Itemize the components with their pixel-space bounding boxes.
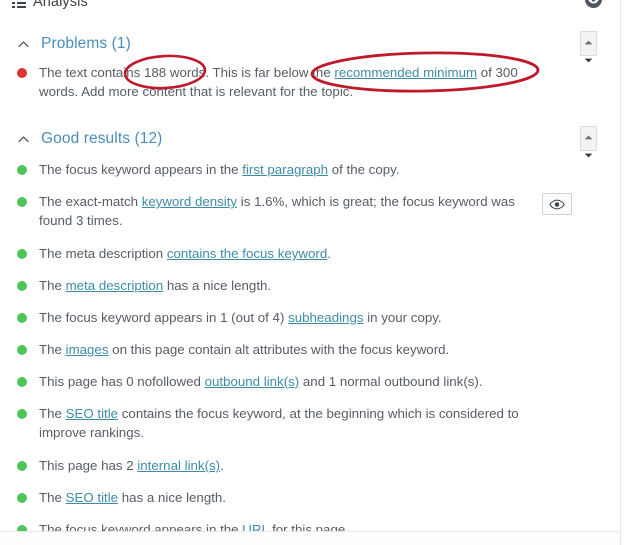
list-item: The SEO title has a nice length. bbox=[0, 488, 620, 507]
list-icon bbox=[12, 0, 26, 8]
status-badge-bad bbox=[17, 68, 27, 78]
status-badge-good bbox=[17, 249, 27, 259]
link-subheadings[interactable]: subheadings bbox=[288, 310, 363, 325]
result-text-fragment: This page has 0 nofollowed bbox=[39, 374, 205, 389]
panel-bottom-area bbox=[0, 532, 620, 545]
status-badge-good bbox=[17, 165, 27, 175]
page-title: Analysis bbox=[33, 0, 88, 10]
link-internal-links[interactable]: internal link(s) bbox=[137, 458, 220, 473]
status-badge-good bbox=[17, 345, 27, 355]
section-problems: Problems (1) The text contains 188 words… bbox=[0, 14, 620, 101]
section-title-good-results: Good results (12) bbox=[41, 130, 163, 147]
section-header-good-results[interactable]: Good results (12) bbox=[0, 126, 620, 152]
result-text-fragment: has a nice length. bbox=[163, 278, 272, 293]
result-text-fragment: has a nice length. bbox=[118, 490, 227, 505]
result-text-fragment: The exact-match bbox=[39, 194, 142, 209]
list-item: The focus keyword appears in the first p… bbox=[0, 160, 620, 179]
list-item: The meta description has a nice length. bbox=[0, 276, 620, 295]
link-seo-title[interactable]: SEO title bbox=[66, 406, 118, 421]
result-text-fragment: and 1 normal outbound link(s). bbox=[299, 374, 483, 389]
result-text: The focus keyword appears in the first p… bbox=[39, 160, 399, 179]
status-badge-good bbox=[17, 493, 27, 503]
list-item: The meta description contains the focus … bbox=[0, 244, 620, 263]
result-text-fragment: . bbox=[327, 246, 331, 261]
status-badge-good bbox=[17, 197, 27, 207]
result-text-fragment: in your copy. bbox=[363, 310, 442, 325]
list-item: This page has 2 internal link(s). bbox=[0, 456, 620, 475]
link-outbound-links[interactable]: outbound link(s) bbox=[205, 374, 300, 389]
problems-list: The text contains 188 words. This is far… bbox=[0, 63, 620, 101]
status-badge-good bbox=[17, 409, 27, 419]
result-text-fragment: The bbox=[39, 406, 66, 421]
status-badge-good bbox=[17, 377, 27, 387]
result-text: The meta description has a nice length. bbox=[39, 276, 271, 295]
result-text-fragment: of the copy. bbox=[328, 162, 400, 177]
list-item: The focus keyword appears in 1 (out of 4… bbox=[0, 308, 620, 327]
result-text: The text contains 188 words. This is far… bbox=[39, 63, 544, 101]
result-text-fragment: The bbox=[39, 490, 66, 505]
stepper-up-icon[interactable] bbox=[584, 127, 593, 145]
result-text-fragment: This is far below the bbox=[209, 65, 335, 80]
result-text: This page has 0 nofollowed outbound link… bbox=[39, 372, 483, 391]
panel-header-title-group: Analysis bbox=[12, 0, 88, 13]
list-item: The text contains 188 words. This is far… bbox=[0, 63, 620, 101]
good-results-stepper[interactable] bbox=[580, 126, 597, 158]
list-item: This page has 0 nofollowed outbound link… bbox=[0, 372, 620, 391]
result-text-fragment: on this page contain alt attributes with… bbox=[108, 342, 450, 357]
panel-outside-area bbox=[621, 0, 640, 545]
good-results-list: The focus keyword appears in the first p… bbox=[0, 160, 620, 545]
list-item: The images on this page contain alt attr… bbox=[0, 340, 620, 359]
word-count-value: 188 words. bbox=[143, 65, 210, 80]
chevron-up-icon[interactable] bbox=[17, 133, 30, 146]
result-text: The meta description contains the focus … bbox=[39, 244, 331, 263]
link-seo-title[interactable]: SEO title bbox=[66, 490, 118, 505]
result-text-fragment: This page has 2 bbox=[39, 458, 138, 473]
eye-toggle-icon[interactable] bbox=[585, 0, 602, 8]
result-text-fragment: The focus keyword appears in the bbox=[39, 162, 243, 177]
link-keyword-density[interactable]: keyword density bbox=[142, 194, 237, 209]
status-badge-good bbox=[17, 313, 27, 323]
result-text: The SEO title contains the focus keyword… bbox=[39, 404, 551, 442]
section-good-results: Good results (12) The focus keyword appe… bbox=[0, 114, 620, 545]
link-meta-description[interactable]: meta description bbox=[66, 278, 164, 293]
status-badge-good bbox=[17, 461, 27, 471]
result-text-fragment: The text contains bbox=[39, 65, 144, 80]
result-text: The images on this page contain alt attr… bbox=[39, 340, 449, 359]
result-text-fragment: The bbox=[39, 342, 66, 357]
result-text-fragment: The meta description bbox=[39, 246, 167, 261]
section-header-problems[interactable]: Problems (1) bbox=[0, 31, 620, 57]
analysis-content: Problems (1) The text contains 188 words… bbox=[0, 14, 620, 537]
preview-eye-button[interactable] bbox=[542, 193, 572, 215]
seo-analysis-panel: Analysis Problems (1) The text contains … bbox=[0, 0, 640, 545]
chevron-up-icon[interactable] bbox=[17, 38, 30, 51]
result-text: The exact-match keyword density is 1.6%,… bbox=[39, 192, 529, 230]
problems-stepper[interactable] bbox=[580, 31, 597, 63]
status-badge-good bbox=[17, 281, 27, 291]
stepper-up-icon[interactable] bbox=[584, 32, 593, 50]
result-text-fragment: The bbox=[39, 278, 66, 293]
result-text: This page has 2 internal link(s). bbox=[39, 456, 224, 475]
link-recommended-minimum[interactable]: recommended minimum bbox=[334, 65, 477, 80]
result-text: The focus keyword appears in 1 (out of 4… bbox=[39, 308, 442, 327]
section-title-problems: Problems (1) bbox=[41, 35, 131, 52]
list-item: The SEO title contains the focus keyword… bbox=[0, 404, 620, 442]
link-first-paragraph[interactable]: first paragraph bbox=[242, 162, 328, 177]
link-contains-the-focus-keyword[interactable]: contains the focus keyword bbox=[167, 246, 327, 261]
link-images[interactable]: images bbox=[66, 342, 109, 357]
result-text-fragment: The focus keyword appears in 1 (out of 4… bbox=[39, 310, 289, 325]
panel-header: Analysis bbox=[0, 0, 620, 15]
result-text-fragment: . bbox=[220, 458, 224, 473]
result-text: The SEO title has a nice length. bbox=[39, 488, 226, 507]
list-item: The exact-match keyword density is 1.6%,… bbox=[0, 192, 620, 230]
